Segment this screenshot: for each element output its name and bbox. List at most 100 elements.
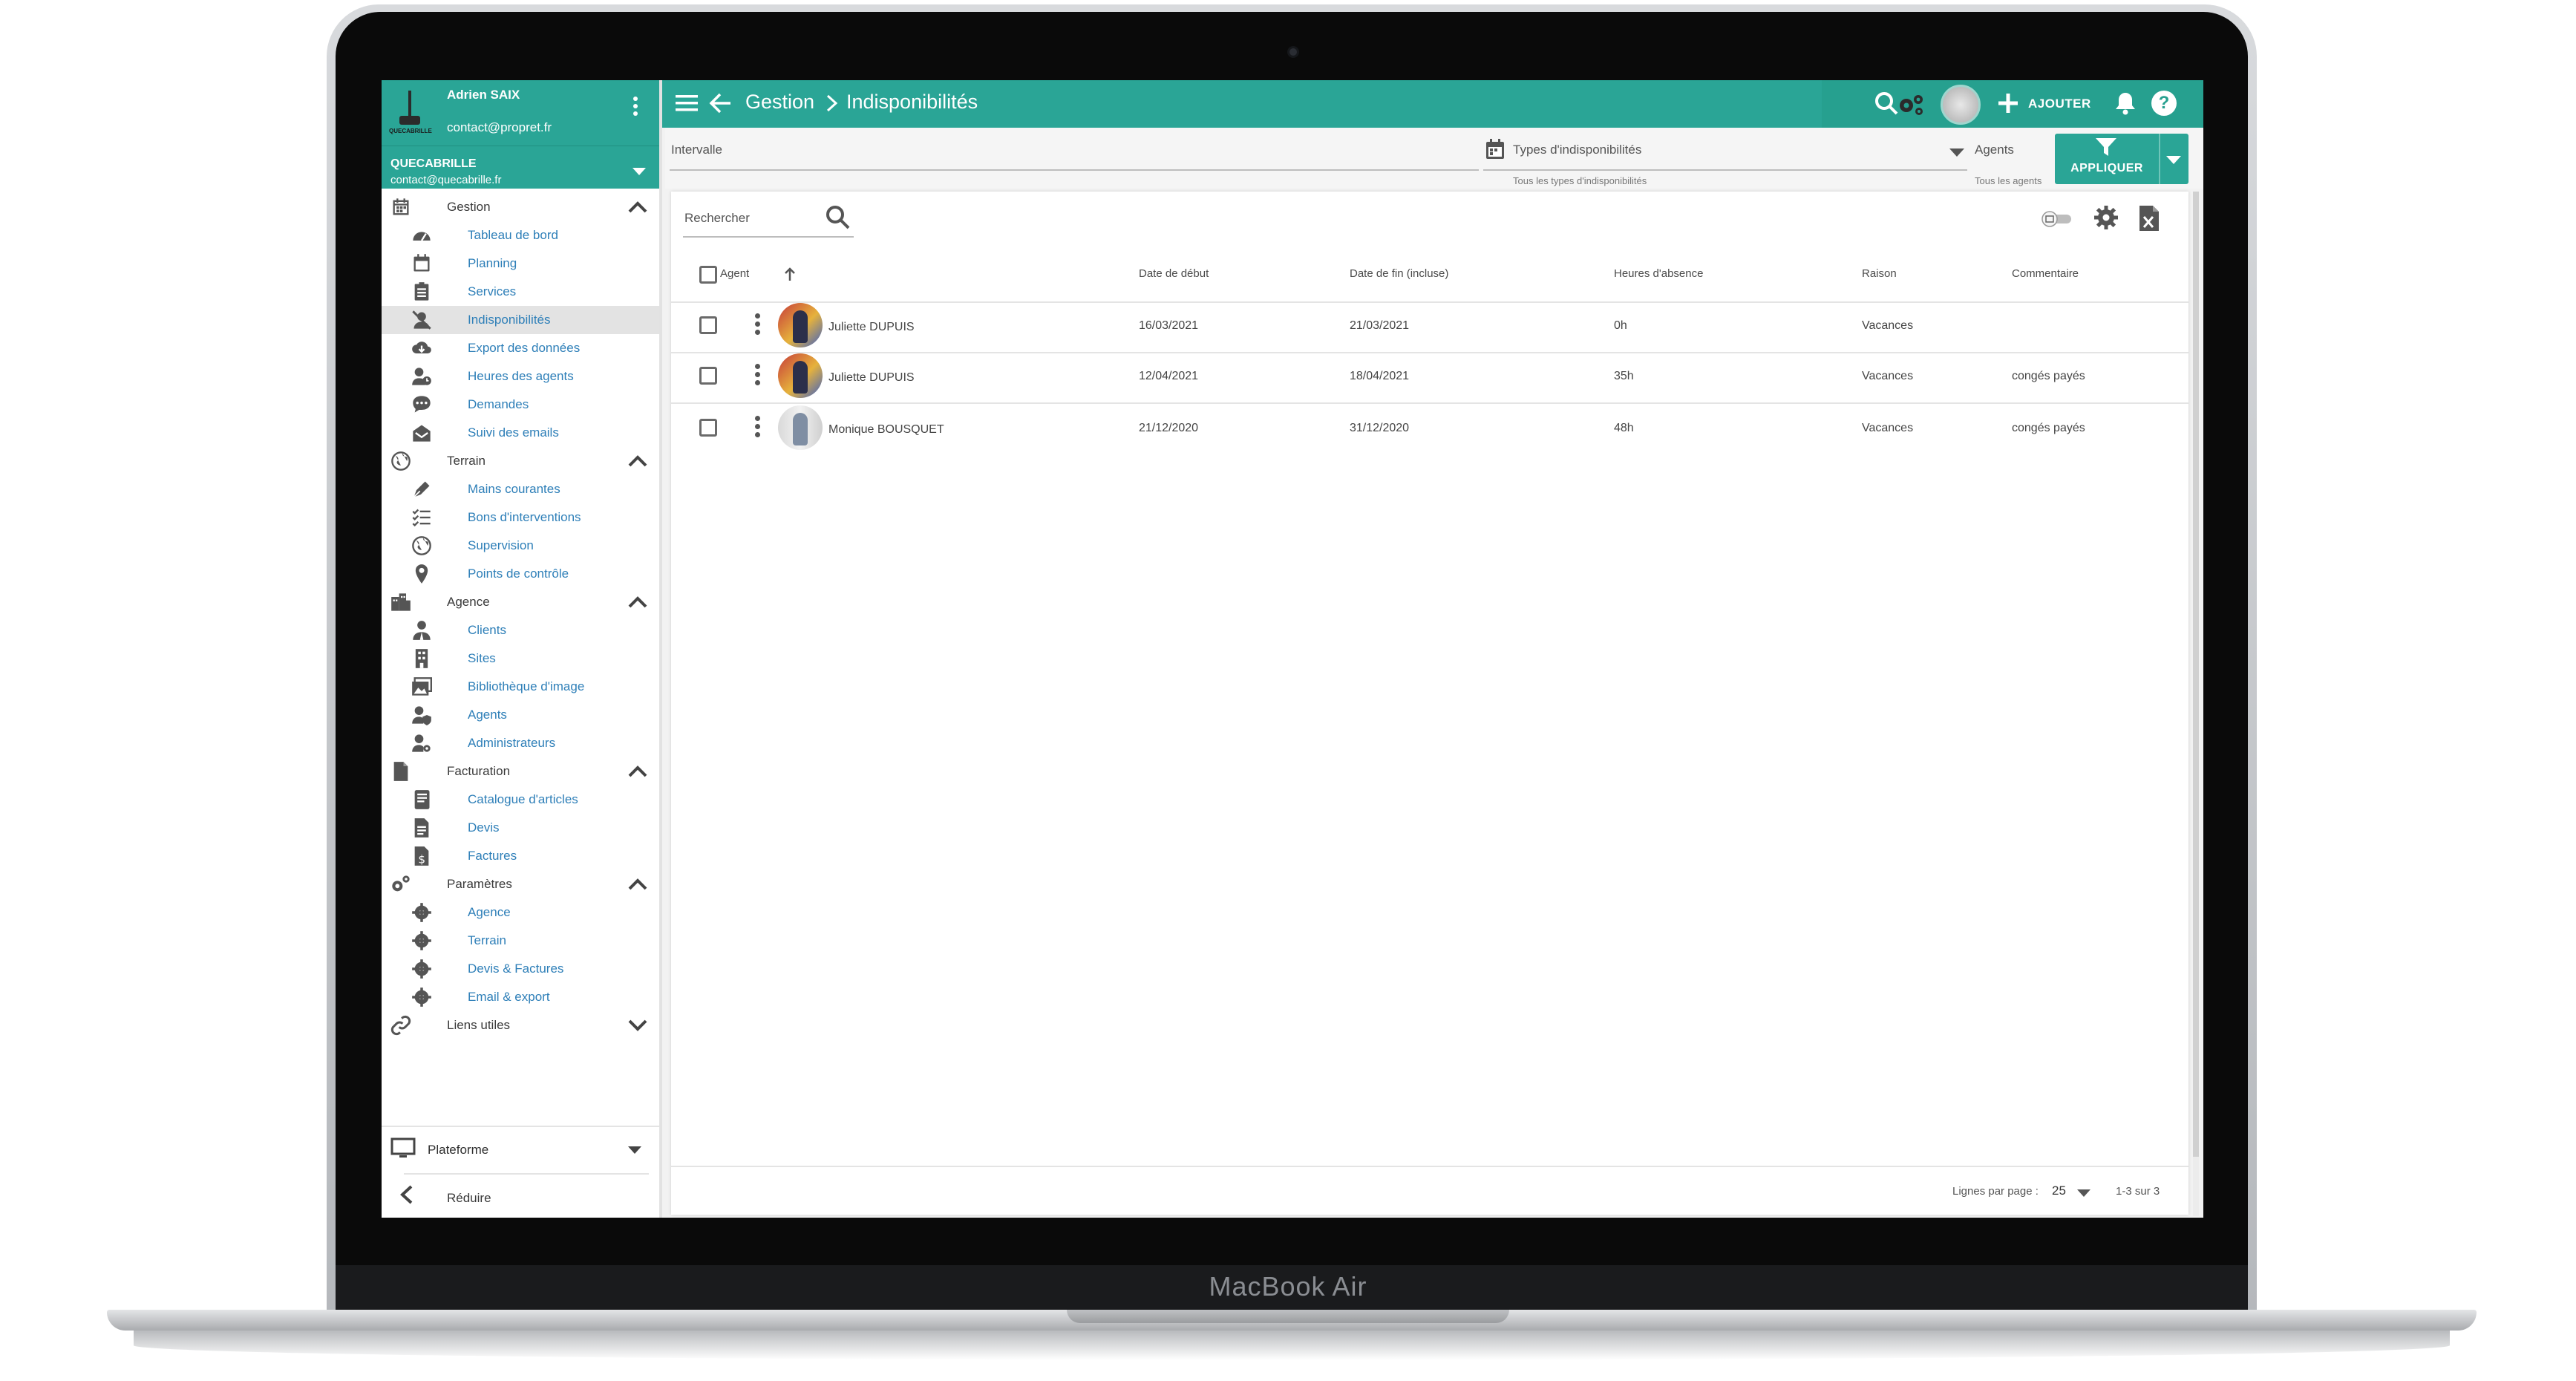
nav-item-planning[interactable]: Planning bbox=[382, 249, 659, 278]
nav-item-devis[interactable]: Devis bbox=[382, 814, 659, 842]
nav-item-bibliotheque-d-image[interactable]: Bibliothèque d'image bbox=[382, 673, 659, 701]
company-caret-icon[interactable] bbox=[632, 168, 646, 175]
row-checkbox[interactable] bbox=[699, 316, 717, 334]
column-header-start-date[interactable]: Date de début bbox=[1139, 267, 1209, 280]
table-cell-agent[interactable]: Juliette DUPUIS bbox=[828, 371, 915, 385]
nav-item-supervision[interactable]: Supervision bbox=[382, 532, 659, 560]
search-icon[interactable] bbox=[1874, 91, 1899, 116]
gear-icon bbox=[411, 902, 432, 923]
company-email: contact@quecabrille.fr bbox=[390, 174, 502, 186]
hamburger-menu-icon[interactable] bbox=[676, 94, 698, 113]
toggle-icon[interactable] bbox=[2040, 209, 2074, 229]
row-checkbox[interactable] bbox=[699, 367, 717, 385]
table-cell-agent[interactable]: Monique BOUSQUET bbox=[828, 423, 944, 437]
agents-filter[interactable]: Agents bbox=[1975, 143, 2014, 157]
company-name: QUECABRILLE bbox=[390, 157, 477, 170]
chevron-up-icon[interactable] bbox=[627, 200, 649, 215]
types-filter[interactable]: Types d'indisponibilités bbox=[1513, 143, 1641, 157]
nav-section-terrain[interactable]: Terrain bbox=[382, 447, 659, 475]
bell-icon[interactable] bbox=[2114, 91, 2137, 116]
platform-selector[interactable] bbox=[382, 1126, 659, 1173]
nav-item-tableau-de-bord[interactable]: Tableau de bord bbox=[382, 221, 659, 249]
nav-item-agents[interactable]: Agents bbox=[382, 701, 659, 729]
user-menu-icon[interactable] bbox=[632, 97, 638, 119]
nav-item-clients[interactable]: Clients bbox=[382, 616, 659, 644]
nav-item-export-des-donnees[interactable]: Export des données bbox=[382, 334, 659, 362]
user-name: Adrien SAIX bbox=[447, 88, 520, 102]
clipboard-icon bbox=[411, 281, 432, 302]
column-header-end-date[interactable]: Date de fin (incluse) bbox=[1350, 267, 1448, 280]
column-header-comment[interactable]: Commentaire bbox=[2012, 267, 2079, 280]
row-menu-icon[interactable] bbox=[754, 364, 760, 388]
help-icon[interactable]: ? bbox=[2151, 91, 2177, 116]
nav-item-heures-des-agents[interactable]: Heures des agents bbox=[382, 362, 659, 391]
nav-item-bons-d-interventions[interactable]: Bons d'interventions bbox=[382, 503, 659, 532]
nav-item-mains-courantes[interactable]: Mains courantes bbox=[382, 475, 659, 503]
avatar[interactable] bbox=[1941, 85, 1981, 125]
chevron-up-icon[interactable] bbox=[627, 595, 649, 610]
laptop-notch bbox=[1067, 1310, 1509, 1323]
nav-item-demandes[interactable]: Demandes bbox=[382, 391, 659, 419]
user-cog-icon bbox=[411, 733, 432, 754]
select-all-checkbox[interactable] bbox=[699, 266, 717, 284]
nav-section-agence[interactable]: Agence bbox=[382, 588, 659, 616]
sort-ascending-icon[interactable] bbox=[782, 266, 797, 282]
row-checkbox[interactable] bbox=[699, 419, 717, 437]
row-menu-icon[interactable] bbox=[754, 416, 760, 440]
nav-section-parametres[interactable]: Paramètres bbox=[382, 870, 659, 898]
breadcrumb-gestion[interactable]: Gestion bbox=[745, 91, 814, 114]
nav-item-points-de-controle[interactable]: Points de contrôle bbox=[382, 560, 659, 588]
gears-icon[interactable] bbox=[1896, 92, 1926, 117]
table-cell-hours: 0h bbox=[1614, 319, 1627, 332]
column-header-agent[interactable]: Agent bbox=[720, 267, 749, 280]
agent-avatar bbox=[778, 405, 823, 450]
row-menu-icon[interactable] bbox=[754, 313, 760, 337]
settings-icon[interactable] bbox=[2093, 205, 2119, 230]
types-caret-icon[interactable] bbox=[1949, 148, 1964, 157]
search-icon[interactable] bbox=[824, 203, 852, 232]
breadcrumb-current: Indisponibilités bbox=[846, 91, 978, 113]
plus-icon[interactable] bbox=[1997, 92, 2019, 114]
nav-section-gestion[interactable]: Gestion bbox=[382, 193, 659, 221]
chevron-down-icon[interactable] bbox=[627, 1018, 649, 1033]
nav-item-param-devis-factures[interactable]: Devis & Factures bbox=[382, 955, 659, 983]
rows-per-page-caret-icon[interactable] bbox=[2077, 1189, 2090, 1197]
types-filter-underline bbox=[1483, 169, 1967, 171]
svg-text:$: $ bbox=[418, 852, 425, 866]
divider bbox=[404, 1173, 649, 1175]
chevron-up-icon[interactable] bbox=[627, 764, 649, 779]
nav-section-liens-utiles[interactable]: Liens utiles bbox=[382, 1011, 659, 1039]
user-shield-icon bbox=[411, 705, 432, 725]
table-cell-comment: congés payés bbox=[2012, 422, 2085, 434]
platform-caret-icon[interactable] bbox=[628, 1146, 641, 1154]
nav-item-sites[interactable]: Sites bbox=[382, 644, 659, 673]
gear-icon bbox=[411, 959, 432, 979]
nav-item-services[interactable]: Services bbox=[382, 278, 659, 306]
nav-item-catalogue-d-articles[interactable]: Catalogue d'articles bbox=[382, 786, 659, 814]
arrow-back-icon[interactable] bbox=[708, 92, 732, 114]
chevron-up-icon[interactable] bbox=[627, 877, 649, 892]
excel-export-icon[interactable] bbox=[2138, 205, 2160, 232]
add-button[interactable]: AJOUTER bbox=[2028, 97, 2091, 111]
reduce-sidebar-button[interactable]: Réduire bbox=[447, 1191, 491, 1206]
chevron-up-icon[interactable] bbox=[627, 454, 649, 469]
chevron-left-icon[interactable] bbox=[398, 1184, 416, 1206]
interval-filter-underline bbox=[670, 169, 1479, 171]
rows-per-page-select[interactable]: 25 bbox=[2052, 1184, 2066, 1198]
column-header-reason[interactable]: Raison bbox=[1862, 267, 1897, 280]
search-input[interactable]: Rechercher bbox=[684, 211, 750, 226]
nav-item-param-email-export[interactable]: Email & export bbox=[382, 983, 659, 1011]
interval-filter[interactable]: Intervalle bbox=[671, 143, 722, 157]
nav-section-facturation[interactable]: Facturation bbox=[382, 757, 659, 786]
nav-item-indisponibilites[interactable]: Indisponibilités bbox=[382, 306, 659, 334]
book-icon bbox=[411, 789, 432, 810]
nav-item-factures[interactable]: $ Factures bbox=[382, 842, 659, 870]
column-header-hours[interactable]: Heures d'absence bbox=[1614, 267, 1703, 280]
user-clock-icon bbox=[411, 366, 432, 387]
nav-item-param-agence[interactable]: Agence bbox=[382, 898, 659, 927]
nav-item-administrateurs[interactable]: Administrateurs bbox=[382, 729, 659, 757]
nav-item-param-terrain[interactable]: Terrain bbox=[382, 927, 659, 955]
nav-item-suivi-des-emails[interactable]: Suivi des emails bbox=[382, 419, 659, 447]
scrollbar-thumb[interactable] bbox=[2193, 192, 2199, 1157]
table-cell-agent[interactable]: Juliette DUPUIS bbox=[828, 321, 915, 334]
